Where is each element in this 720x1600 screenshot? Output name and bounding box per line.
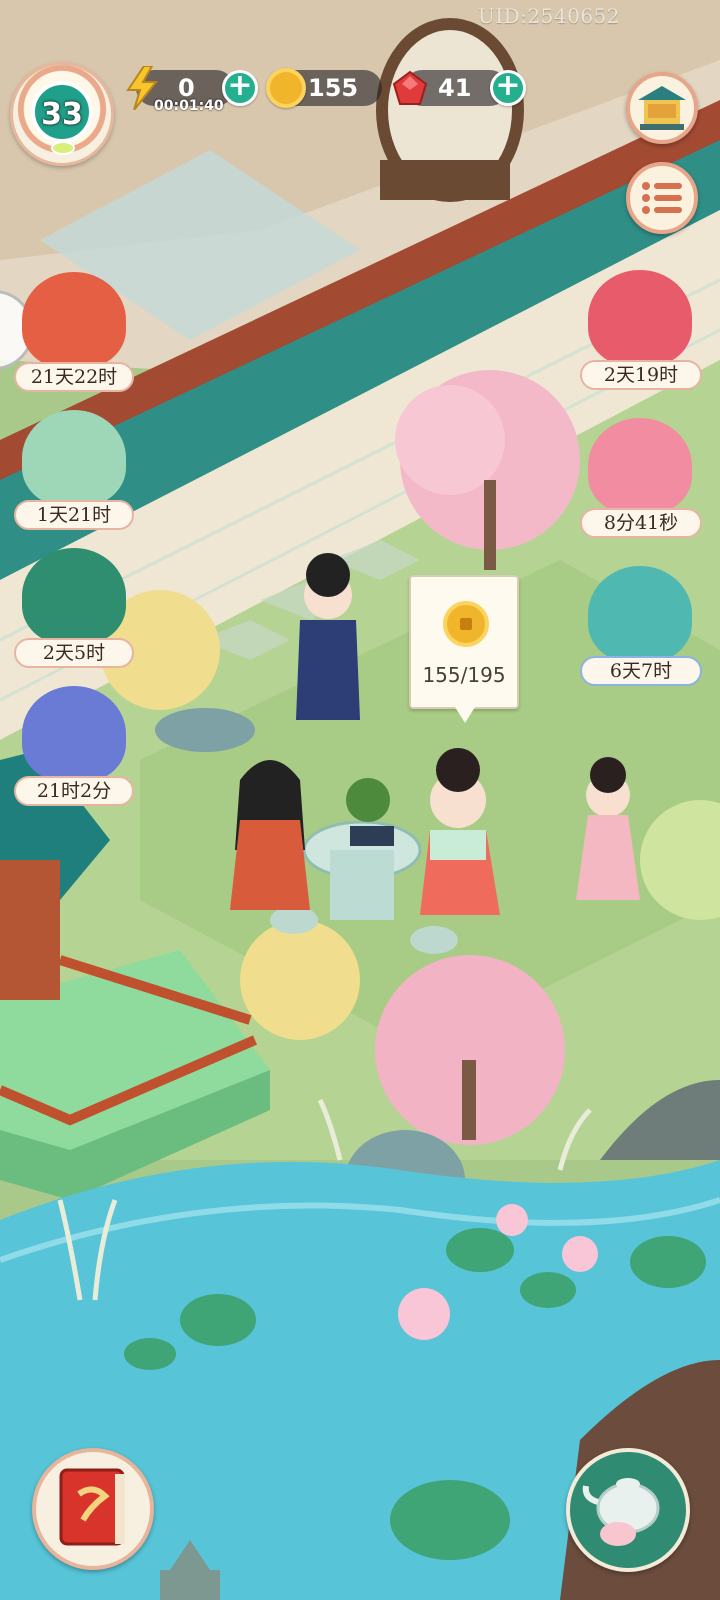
character-lady-red[interactable]: [230, 760, 310, 910]
event-timer: 1天21时: [14, 500, 134, 530]
ruby-icon: [392, 70, 428, 105]
rabbit-icon: [588, 270, 692, 366]
event-timer: 21时2分: [14, 776, 134, 806]
coin-icon: [266, 68, 306, 108]
level-gem-icon: [51, 141, 75, 155]
event-timer: 21天22时: [14, 362, 134, 392]
coin-icon: [443, 601, 489, 647]
teapot-icon: [582, 1478, 660, 1546]
event-timer: 2天19时: [580, 360, 702, 390]
event-timer: 8分41秒: [580, 508, 702, 538]
shop-button[interactable]: [626, 72, 698, 144]
gem-value: 41: [438, 74, 472, 102]
energy-timer: 00:01:40: [154, 98, 224, 114]
fortune-scroll-icon: [22, 272, 126, 368]
event-daily-calendar[interactable]: 2天5时: [14, 548, 134, 668]
event-timer: 6天7时: [580, 656, 702, 686]
journal-button[interactable]: [32, 1448, 154, 1570]
event-lion-dance[interactable]: 1天21时: [14, 410, 134, 530]
player-level-badge[interactable]: 33: [10, 62, 114, 166]
journal-book-icon: [59, 1468, 125, 1546]
level-ring: 33: [31, 81, 93, 143]
event-timer: 2天5时: [14, 638, 134, 668]
add-gems-button[interactable]: +: [490, 70, 526, 106]
list-menu-icon: [642, 182, 682, 214]
jade-chest-icon: [588, 566, 692, 662]
event-gift-box[interactable]: 8分41秒: [580, 418, 702, 538]
lightning-icon: [126, 66, 159, 110]
user-id-label: UID:2540652: [477, 4, 620, 28]
event-magpie-bridge[interactable]: 21时2分: [14, 686, 134, 806]
coin-capacity-tooltip[interactable]: 155/195: [409, 575, 519, 723]
coin-value: 155: [308, 74, 359, 102]
tea-house-button[interactable]: [566, 1448, 690, 1572]
gift-box-icon: [588, 418, 692, 514]
treasure-pavilion-icon: [638, 86, 686, 130]
coin-capacity-text: 155/195: [422, 663, 506, 687]
event-moon-rabbit[interactable]: 2天19时: [580, 270, 702, 390]
event-fortune-scroll[interactable]: 21天22时: [14, 272, 134, 392]
player-level: 33: [41, 97, 83, 132]
calendar-gate-icon: [22, 548, 126, 644]
menu-button[interactable]: [626, 162, 698, 234]
lion-dance-icon: [22, 410, 126, 506]
add-energy-button[interactable]: +: [222, 70, 258, 106]
magpie-icon: [22, 686, 126, 782]
event-jade-chest[interactable]: 6天7时: [580, 566, 702, 686]
